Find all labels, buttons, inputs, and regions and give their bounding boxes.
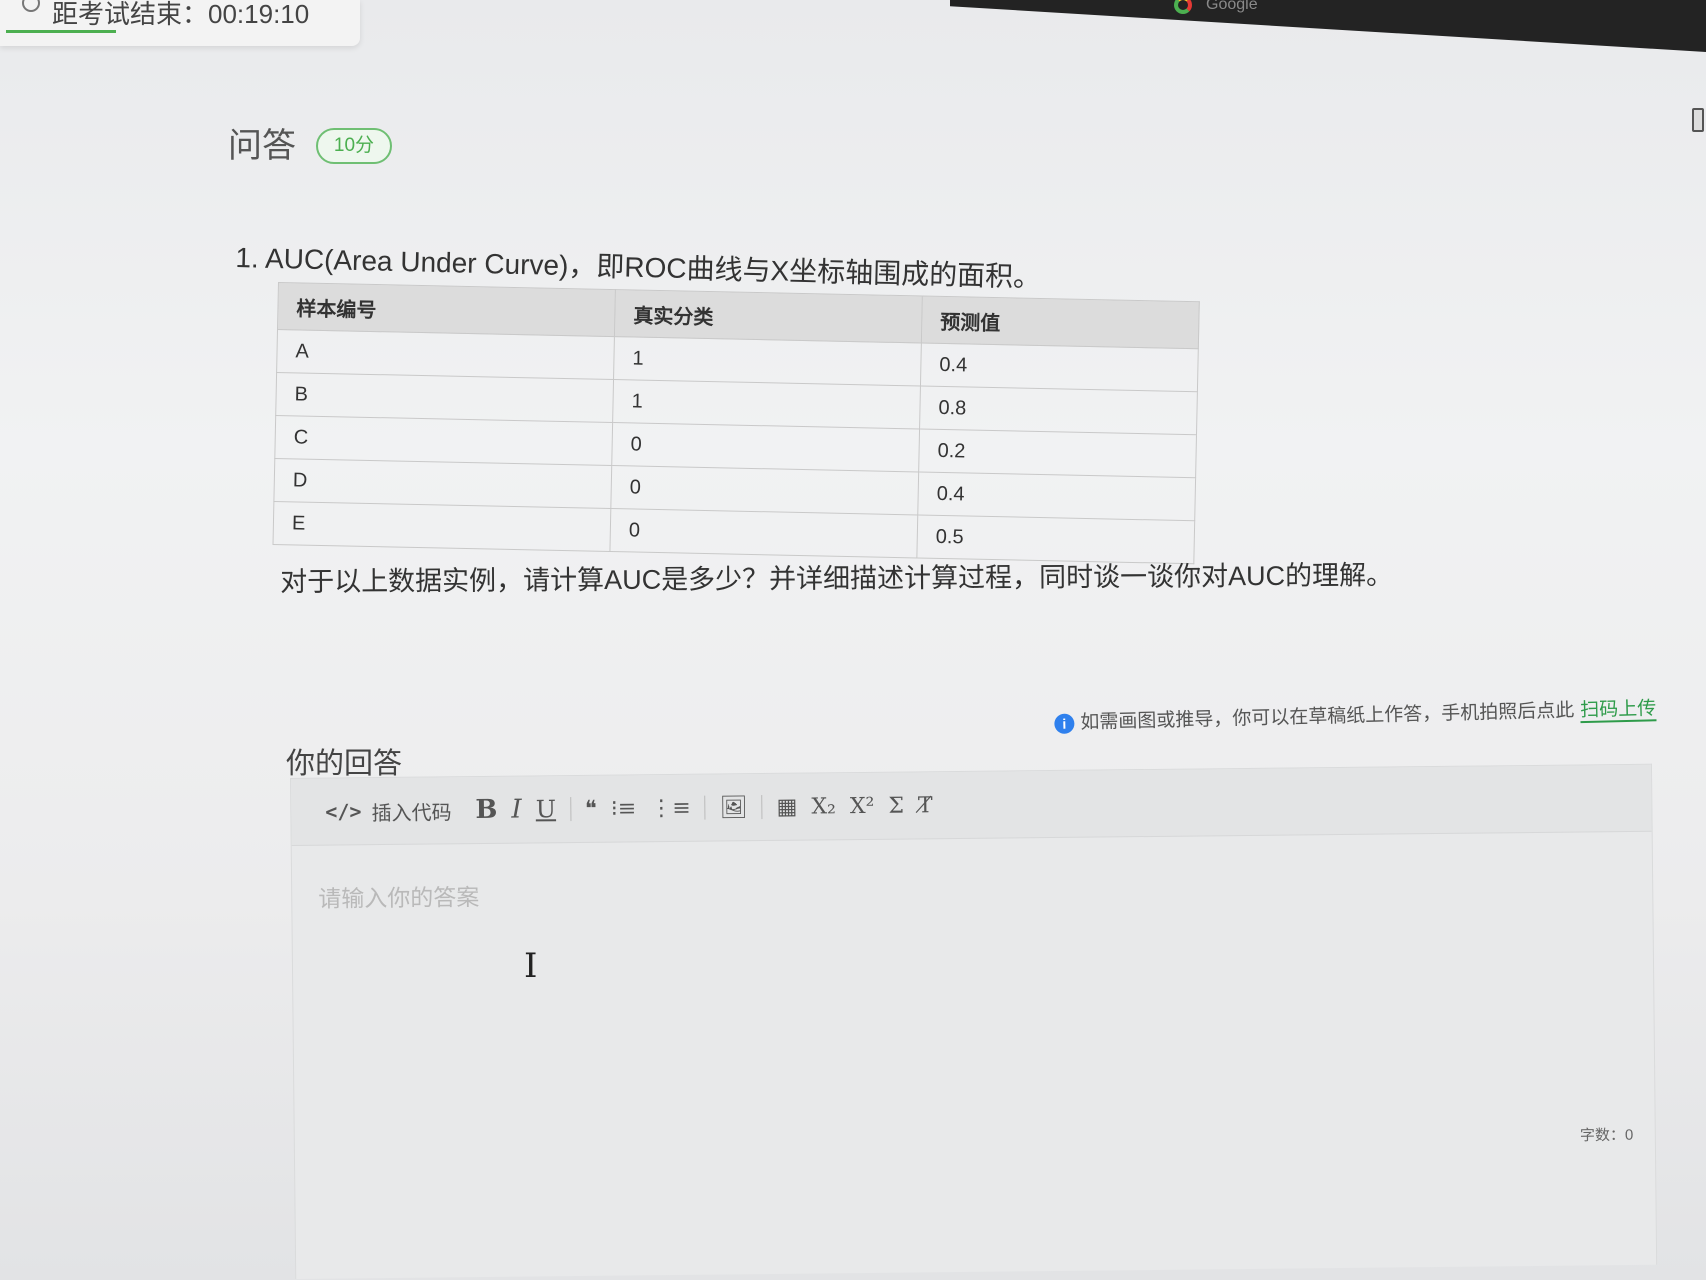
editor-toolbar: </> 插入代码 B I U ❝ ⁝≡ ⋮≡ 🖼 ▦ X₂ X² Σ T̸ (291, 764, 1652, 846)
table-icon[interactable]: ▦ (776, 794, 797, 819)
scan-upload-link[interactable]: 扫码上传 (1579, 698, 1657, 724)
table-cell: 0 (609, 508, 918, 558)
section-title: 问答 (228, 127, 296, 165)
data-table: 样本编号 真实分类 预测值 A 1 0.4 B 1 0.8 C 0 0.2 D … (272, 282, 1200, 564)
word-count: 字数：0 (1579, 1126, 1634, 1145)
table-cell: 1 (612, 379, 921, 429)
info-icon: i (1054, 713, 1075, 734)
insert-code-button[interactable]: 插入代码 (371, 796, 451, 826)
table-cell: 0 (611, 422, 920, 472)
table-cell: E (273, 501, 611, 552)
side-handle-icon[interactable] (1692, 108, 1704, 132)
italic-button[interactable]: I (511, 795, 522, 825)
answer-label: 你的回答 (286, 748, 403, 780)
toolbar-divider (569, 797, 572, 822)
answer-editor[interactable]: </> 插入代码 B I U ❝ ⁝≡ ⋮≡ 🖼 ▦ X₂ X² Σ T̸ (290, 763, 1658, 1279)
bookmark-google-label: Google (1206, 0, 1258, 14)
clear-format-icon[interactable]: T̸ (918, 793, 933, 818)
table-header: 预测值 (921, 295, 1200, 349)
unordered-list-icon[interactable]: ⋮≡ (650, 795, 691, 820)
table-cell: D (273, 458, 612, 509)
clock-icon (22, 0, 40, 12)
toolbar-divider (761, 795, 763, 820)
bookmark-google[interactable]: Google (1174, 0, 1258, 14)
table-header: 真实分类 (614, 289, 923, 343)
table-cell: 0.8 (919, 385, 1198, 435)
table-cell: 0.2 (918, 428, 1197, 478)
question-followup: 对于以上数据实例，请计算AUC是多少？并详细描述计算过程，同时谈一谈你对AUC的… (280, 560, 1394, 597)
formula-icon[interactable]: Σ (888, 793, 904, 818)
upload-hint: i 如需画图或推导，你可以在草稿纸上作答，手机拍照后点此 扫码上传 (1054, 693, 1657, 735)
code-icon[interactable]: </> (325, 799, 361, 823)
timer-value: 00:19:10 (208, 0, 310, 29)
ordered-list-icon[interactable]: ⁝≡ (611, 796, 637, 821)
bold-button[interactable]: B (475, 795, 497, 825)
table-cell: A (276, 329, 615, 380)
answer-input[interactable] (316, 875, 1221, 914)
score-badge: 10分 (316, 128, 392, 164)
table-cell: 0 (610, 465, 919, 515)
timer-progress-underline (6, 30, 116, 33)
hint-text: 如需画图或推导，你可以在草稿纸上作答，手机拍照后点此 (1080, 700, 1575, 734)
text-cursor-icon: I (524, 946, 538, 986)
image-icon[interactable]: 🖼 (720, 795, 748, 820)
table-cell: 0.4 (917, 471, 1196, 521)
exam-timer: 距考试结束：00:19:10 (0, 0, 360, 46)
subscript-icon[interactable]: X₂ (811, 794, 836, 819)
table-cell: 1 (613, 336, 922, 386)
table-cell: 0.4 (920, 342, 1199, 392)
browser-bookmark-bar: Google (950, 0, 1706, 52)
timer-text: 距考试结束：00:19:10 (52, 0, 310, 29)
table-cell: C (274, 415, 613, 466)
google-icon (1174, 0, 1192, 14)
table-header: 样本编号 (277, 282, 616, 337)
underline-button[interactable]: U (536, 795, 557, 823)
toolbar-divider (704, 795, 706, 820)
table-cell: B (275, 372, 614, 423)
superscript-icon[interactable]: X² (850, 793, 875, 818)
quote-icon[interactable]: ❝ (585, 796, 597, 821)
